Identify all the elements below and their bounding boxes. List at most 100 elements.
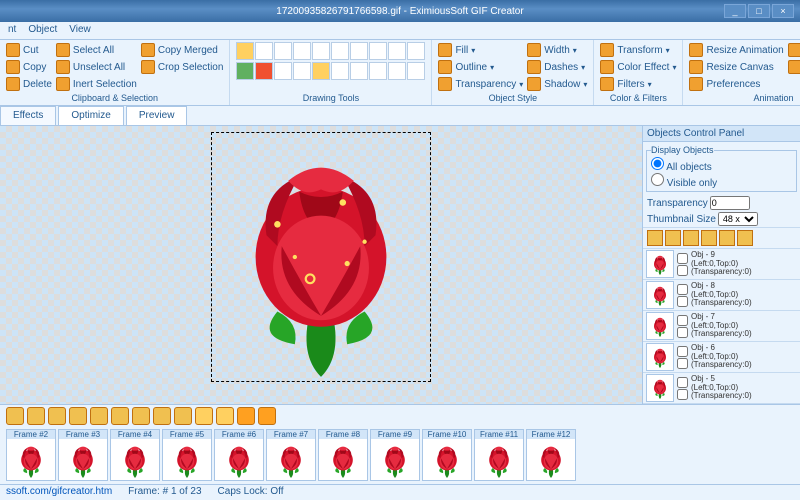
tab-effects[interactable]: Effects [0, 106, 56, 125]
frame-item[interactable]: Frame #7 [266, 429, 316, 481]
tool-pencil[interactable] [236, 62, 254, 80]
frame-tool-reverse[interactable] [111, 407, 129, 425]
tool-pointer[interactable] [236, 42, 254, 60]
width-dropdown[interactable]: Width [527, 42, 587, 58]
animation-effects-dropdown[interactable]: Effects [788, 59, 800, 75]
frame-tool-delete[interactable] [27, 407, 45, 425]
tool-eraser[interactable] [274, 62, 292, 80]
tab-preview[interactable]: Preview [126, 106, 188, 125]
menu-nt[interactable]: nt [8, 24, 16, 37]
shadow-dropdown[interactable]: Shadow [527, 76, 587, 92]
obj-tool-down[interactable] [665, 230, 681, 246]
tool-ellipse[interactable] [369, 62, 387, 80]
tool-bucket[interactable] [293, 62, 311, 80]
object-visible-checkbox[interactable] [677, 284, 688, 295]
frame-tool-dup[interactable] [48, 407, 66, 425]
frame-item[interactable]: Frame #3 [58, 429, 108, 481]
tool-lasso[interactable] [255, 42, 273, 60]
frame-item[interactable]: Frame #10 [422, 429, 472, 481]
add-banner-button[interactable]: Add Banner [788, 42, 800, 58]
dashes-dropdown[interactable]: Dashes [527, 59, 587, 75]
close-button[interactable]: × [772, 4, 794, 18]
resize-canvas-button[interactable]: Resize Canvas [689, 59, 783, 75]
tool-star[interactable] [388, 62, 406, 80]
transparency-dropdown[interactable]: Transparency [438, 76, 523, 92]
transparency-input[interactable] [710, 196, 750, 210]
frame-tool-delay[interactable] [174, 407, 192, 425]
object-lock-checkbox[interactable] [677, 265, 688, 276]
delete-button[interactable]: Delete [6, 76, 52, 92]
menu-view[interactable]: View [69, 24, 91, 37]
tool-crop2[interactable] [369, 42, 387, 60]
frame-item[interactable]: Frame #8 [318, 429, 368, 481]
copy-merged-button[interactable]: Copy Merged [141, 42, 224, 58]
radio-all-objects[interactable]: All objects [651, 157, 792, 173]
maximize-button[interactable]: □ [748, 4, 770, 18]
object-item[interactable]: Obj - 7(Left:0,Top:0)(Transparency:0) [643, 311, 800, 342]
object-lock-checkbox[interactable] [677, 389, 688, 400]
frame-tool-redo[interactable] [153, 407, 171, 425]
preferences-button[interactable]: Preferences [689, 76, 783, 92]
tool-picker[interactable] [407, 42, 425, 60]
menu-object[interactable]: Object [28, 24, 57, 37]
invert-selection-button[interactable]: Inert Selection [56, 76, 137, 92]
tool-eye[interactable] [388, 42, 406, 60]
canvas-area[interactable] [0, 126, 642, 404]
frame-item[interactable]: Frame #4 [110, 429, 160, 481]
tool-marquee[interactable] [293, 42, 311, 60]
copy-button[interactable]: Copy [6, 59, 52, 75]
crop-selection-button[interactable]: Crop Selection [141, 59, 224, 75]
resize-animation-button[interactable]: Resize Animation [689, 42, 783, 58]
obj-tool-up[interactable] [647, 230, 663, 246]
unselect-all-button[interactable]: Unselect All [56, 59, 137, 75]
frame-tool-next[interactable] [237, 407, 255, 425]
object-lock-checkbox[interactable] [677, 358, 688, 369]
tool-magicwand[interactable] [274, 42, 292, 60]
frame-tool-new[interactable] [6, 407, 24, 425]
artboard[interactable] [211, 132, 431, 382]
cut-button[interactable]: Cut [6, 42, 52, 58]
obj-tool-more[interactable] [737, 230, 753, 246]
select-all-button[interactable]: Select All [56, 42, 137, 58]
object-lock-checkbox[interactable] [677, 296, 688, 307]
tool-text[interactable] [312, 62, 330, 80]
color-effect-dropdown[interactable]: Color Effect [600, 59, 676, 75]
object-visible-checkbox[interactable] [677, 253, 688, 264]
frame-tool-first[interactable] [195, 407, 213, 425]
object-item[interactable]: Obj - 9(Left:0,Top:0)(Transparency:0) [643, 249, 800, 280]
minimize-button[interactable]: _ [724, 4, 746, 18]
object-lock-checkbox[interactable] [677, 327, 688, 338]
tool-move[interactable] [312, 42, 330, 60]
radio-visible-only[interactable]: Visible only [651, 173, 792, 189]
tool-rect[interactable] [350, 62, 368, 80]
filters-dropdown[interactable]: Filters [600, 76, 676, 92]
transform-dropdown[interactable]: Transform [600, 42, 676, 58]
frame-tool-prev[interactable] [216, 407, 234, 425]
tab-optimize[interactable]: Optimize [58, 106, 123, 125]
frame-tool-last[interactable] [258, 407, 276, 425]
tool-curve[interactable] [407, 62, 425, 80]
object-visible-checkbox[interactable] [677, 346, 688, 357]
tool-zoom[interactable] [331, 42, 349, 60]
frame-tool-globe[interactable] [69, 407, 87, 425]
outline-dropdown[interactable]: Outline [438, 59, 523, 75]
frame-item[interactable]: Frame #11 [474, 429, 524, 481]
obj-tool-delete[interactable] [683, 230, 699, 246]
object-visible-checkbox[interactable] [677, 377, 688, 388]
frame-item[interactable]: Frame #5 [162, 429, 212, 481]
object-item[interactable]: Obj - 8(Left:0,Top:0)(Transparency:0) [643, 280, 800, 311]
status-url[interactable]: ssoft.com/gifcreator.htm [6, 486, 112, 499]
frame-tool-undo[interactable] [132, 407, 150, 425]
object-visible-checkbox[interactable] [677, 315, 688, 326]
tool-line[interactable] [331, 62, 349, 80]
fill-dropdown[interactable]: Fill [438, 42, 523, 58]
frame-item[interactable]: Frame #9 [370, 429, 420, 481]
frame-item[interactable]: Frame #12 [526, 429, 576, 481]
tool-hand[interactable] [350, 42, 368, 60]
object-item[interactable]: Obj - 5(Left:0,Top:0)(Transparency:0) [643, 373, 800, 404]
frame-item[interactable]: Frame #6 [214, 429, 264, 481]
thumbnail-size-select[interactable]: 48 x 48 [718, 212, 758, 226]
tool-brush[interactable] [255, 62, 273, 80]
obj-tool-dup[interactable] [701, 230, 717, 246]
frame-item[interactable]: Frame #2 [6, 429, 56, 481]
